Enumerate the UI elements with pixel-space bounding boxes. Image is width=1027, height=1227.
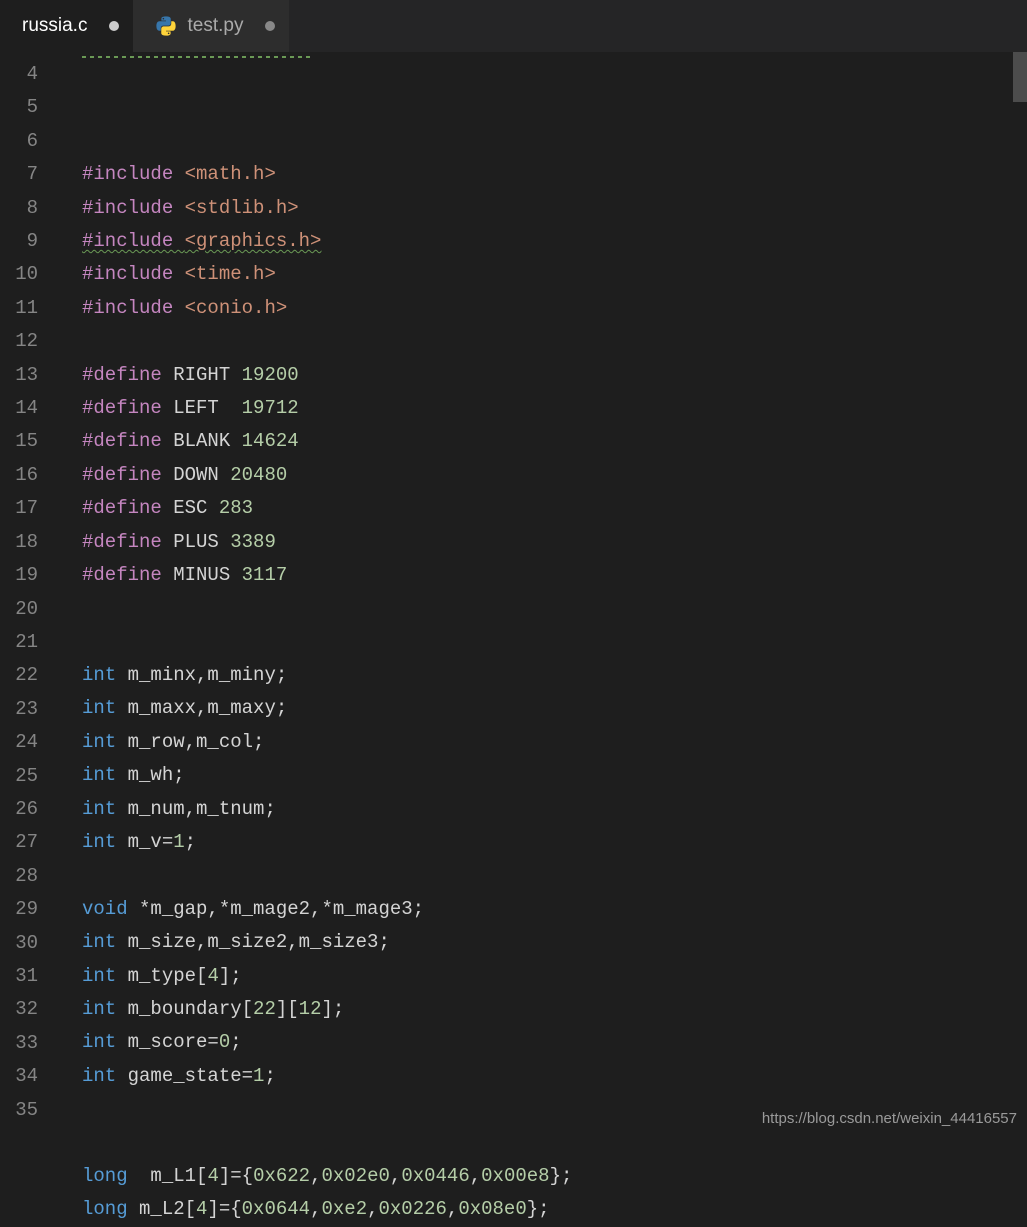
code-line[interactable] bbox=[82, 1127, 1027, 1160]
line-number: 6 bbox=[0, 125, 58, 158]
line-number: 12 bbox=[0, 325, 58, 358]
code-line[interactable]: int m_minx,m_miny; bbox=[82, 659, 1027, 692]
line-number: 11 bbox=[0, 292, 58, 325]
squiggle-decoration bbox=[82, 56, 314, 58]
tab-label: test.py bbox=[187, 15, 243, 37]
line-number: 33 bbox=[0, 1027, 58, 1060]
code-line[interactable]: int m_wh; bbox=[82, 759, 1027, 792]
line-number: 34 bbox=[0, 1060, 58, 1093]
code-area[interactable]: #include <math.h>#include <stdlib.h>#inc… bbox=[58, 52, 1027, 1135]
line-number: 15 bbox=[0, 425, 58, 458]
line-number: 9 bbox=[0, 225, 58, 258]
line-number: 19 bbox=[0, 559, 58, 592]
code-line[interactable] bbox=[82, 325, 1027, 358]
code-line[interactable]: #define LEFT 19712 bbox=[82, 392, 1027, 425]
line-number: 30 bbox=[0, 927, 58, 960]
code-line[interactable] bbox=[82, 859, 1027, 892]
code-line[interactable]: #include <math.h> bbox=[82, 158, 1027, 191]
code-line[interactable]: #define DOWN 20480 bbox=[82, 459, 1027, 492]
line-number: 10 bbox=[0, 258, 58, 291]
code-line[interactable]: int game_state=1; bbox=[82, 1060, 1027, 1093]
line-number: 35 bbox=[0, 1094, 58, 1127]
line-number: 4 bbox=[0, 58, 58, 91]
tab-russia-c[interactable]: russia.c bbox=[0, 0, 133, 52]
line-number: 18 bbox=[0, 526, 58, 559]
code-line[interactable]: int m_row,m_col; bbox=[82, 726, 1027, 759]
code-line[interactable] bbox=[82, 592, 1027, 625]
code-line[interactable]: #include <time.h> bbox=[82, 258, 1027, 291]
line-number: 7 bbox=[0, 158, 58, 191]
line-number: 16 bbox=[0, 459, 58, 492]
vertical-scrollbar[interactable] bbox=[1013, 52, 1027, 102]
line-number: 23 bbox=[0, 693, 58, 726]
watermark-text: https://blog.csdn.net/weixin_44416557 bbox=[762, 1110, 1017, 1127]
line-number: 26 bbox=[0, 793, 58, 826]
line-number: 32 bbox=[0, 993, 58, 1026]
line-number: 8 bbox=[0, 192, 58, 225]
line-number: 20 bbox=[0, 593, 58, 626]
line-number: 24 bbox=[0, 726, 58, 759]
line-number: 13 bbox=[0, 359, 58, 392]
modified-dot-icon bbox=[265, 21, 275, 31]
code-line[interactable]: #include <conio.h> bbox=[82, 292, 1027, 325]
tab-test-py[interactable]: test.py bbox=[133, 0, 289, 52]
line-number: 21 bbox=[0, 626, 58, 659]
line-number: 17 bbox=[0, 492, 58, 525]
line-number-gutter: 4567891011121314151617181920212223242526… bbox=[0, 52, 58, 1135]
line-number: 22 bbox=[0, 659, 58, 692]
line-number: 25 bbox=[0, 760, 58, 793]
editor[interactable]: 4567891011121314151617181920212223242526… bbox=[0, 52, 1027, 1135]
code-line[interactable]: #define RIGHT 19200 bbox=[82, 359, 1027, 392]
line-number: 27 bbox=[0, 826, 58, 859]
code-line[interactable]: int m_num,m_tnum; bbox=[82, 793, 1027, 826]
code-line[interactable]: int m_boundary[22][12]; bbox=[82, 993, 1027, 1026]
code-line[interactable]: int m_size,m_size2,m_size3; bbox=[82, 926, 1027, 959]
code-line[interactable]: #include <graphics.h> bbox=[82, 225, 1027, 258]
code-line[interactable]: int m_v=1; bbox=[82, 826, 1027, 859]
code-line[interactable]: #define BLANK 14624 bbox=[82, 425, 1027, 458]
tab-bar: russia.c test.py bbox=[0, 0, 1027, 52]
line-number: 31 bbox=[0, 960, 58, 993]
line-number: 28 bbox=[0, 860, 58, 893]
code-line[interactable]: int m_maxx,m_maxy; bbox=[82, 692, 1027, 725]
line-number: 14 bbox=[0, 392, 58, 425]
code-line[interactable]: void *m_gap,*m_mage2,*m_mage3; bbox=[82, 893, 1027, 926]
code-line[interactable]: #include <stdlib.h> bbox=[82, 192, 1027, 225]
code-line[interactable]: #define PLUS 3389 bbox=[82, 526, 1027, 559]
line-number: 29 bbox=[0, 893, 58, 926]
code-line[interactable]: int m_type[4]; bbox=[82, 960, 1027, 993]
code-line[interactable] bbox=[82, 626, 1027, 659]
modified-dot-icon bbox=[109, 21, 119, 31]
code-line[interactable]: long m_L2[4]={0x0644,0xe2,0x0226,0x08e0}… bbox=[82, 1193, 1027, 1226]
code-line[interactable]: #define ESC 283 bbox=[82, 492, 1027, 525]
code-line[interactable]: long m_L1[4]={0x622,0x02e0,0x0446,0x00e8… bbox=[82, 1160, 1027, 1193]
python-file-icon bbox=[155, 15, 177, 37]
tab-label: russia.c bbox=[22, 15, 87, 37]
code-line[interactable]: #define MINUS 3117 bbox=[82, 559, 1027, 592]
line-number: 5 bbox=[0, 91, 58, 124]
code-line[interactable]: int m_score=0; bbox=[82, 1026, 1027, 1059]
